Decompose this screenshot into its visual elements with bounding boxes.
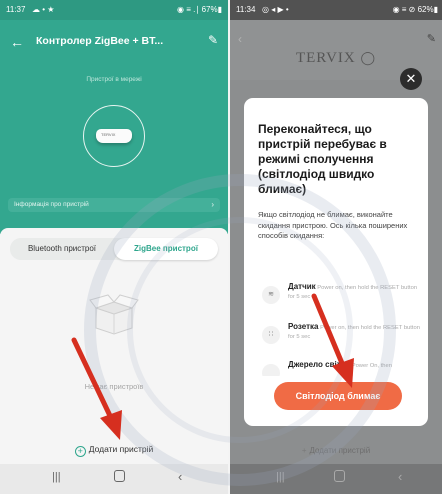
status-bar: 11:34 ◎ ◂ ▶ • ◉ ≡ ⊘ 62%▮ (230, 0, 442, 20)
status-notification-icons: ◎ ◂ ▶ • (262, 5, 289, 14)
zigbee-controller-screen: 11:37 ☁ • ★ ◉ ≡ .∣ 67%▮ ← Контролер ZigB… (0, 0, 228, 494)
pairing-instructions-screen: 11:34 ◎ ◂ ▶ • ◉ ≡ ⊘ 62%▮ ‹ ✎ TERVIX ◯ ✕ … (230, 0, 442, 494)
add-device-bar: + Додати пристрій (0, 436, 228, 464)
brand-name: TERVIX (295, 50, 356, 66)
modal-title: Переконайтеся, що пристрій перебуває в р… (258, 122, 387, 196)
android-nav-bar: ||| ‹ (0, 464, 228, 494)
back-icon[interactable]: ‹ (178, 469, 182, 484)
back-icon[interactable]: ‹ (398, 469, 402, 484)
menu-icon[interactable]: ||| (52, 471, 61, 483)
device-brand-label: TERVIX (101, 132, 116, 137)
status-time: 11:34 (236, 5, 256, 14)
add-device-button[interactable]: + Додати пристрій (230, 446, 442, 455)
light-icon (262, 364, 280, 376)
back-arrow-icon[interactable]: ‹ (238, 32, 242, 46)
reset-item-hint: Power On, then (351, 363, 392, 369)
brand-logo-icon: ◯ (360, 50, 377, 65)
pairing-modal: Переконайтеся, що пристрій перебуває в р… (244, 98, 428, 426)
network-devices-label: Пристрої в мережі (86, 76, 142, 83)
add-device-button[interactable]: + Додати пристрій (0, 444, 228, 457)
reset-item-light: Джерело світла Power On, then (258, 358, 418, 376)
devices-card: Bluetooth пристрої ZigBee пристрої Немає… (0, 228, 228, 438)
sensor-icon: ≋ (262, 286, 280, 304)
status-system-icons: ◉ ≡ .∣ 67%▮ (177, 5, 222, 14)
device-header: ← Контролер ZigBee + BT... ✎ Пристрої в … (0, 20, 228, 234)
plus-icon: + (74, 446, 86, 457)
status-bar: 11:37 ☁ • ★ ◉ ≡ .∣ 67%▮ (0, 0, 228, 20)
reset-item-name: Датчик (288, 282, 316, 291)
plus-icon: + (301, 446, 307, 455)
tab-bluetooth[interactable]: Bluetooth пристрої (10, 238, 114, 260)
status-system-icons: ◉ ≡ ⊘ 62%▮ (392, 5, 438, 14)
android-nav-bar: ||| ‹ (230, 464, 442, 494)
reset-item-name: Джерело світла (288, 360, 351, 369)
socket-icon: ∷ (262, 326, 280, 344)
empty-state-text: Немає пристроїв (84, 382, 144, 391)
page-title: Контролер ZigBee + BT... (36, 35, 164, 47)
chevron-right-icon: › (211, 200, 214, 209)
edit-icon[interactable]: ✎ (427, 32, 436, 45)
reset-item-name: Розетка (288, 322, 319, 331)
brand-logo: TERVIX ◯ (230, 50, 442, 67)
reset-item-socket: ∷ Розетка Power on, then hold the RESET … (258, 320, 420, 350)
gateway-device-image: TERVIX (96, 129, 132, 143)
home-icon[interactable] (114, 470, 125, 482)
reset-item-text: Джерело світла Power On, then (288, 360, 418, 371)
close-icon[interactable]: ✕ (400, 68, 422, 90)
modal-description: Якщо світлодіод не блимає, виконайте ски… (258, 210, 408, 240)
device-info-row[interactable]: Інформація про пристрій › (8, 198, 220, 212)
back-arrow-icon[interactable]: ← (10, 34, 24, 50)
led-blinking-button[interactable]: Світлодіод блимає (274, 382, 402, 410)
tab-zigbee[interactable]: ZigBee пристрої (114, 238, 218, 260)
device-info-label: Інформація про пристрій (14, 201, 89, 208)
empty-box-icon (89, 294, 139, 335)
home-icon[interactable] (334, 470, 345, 482)
status-notification-icons: ☁ • ★ (32, 5, 55, 14)
add-device-label: Додати пристрій (309, 446, 371, 455)
reset-item-text: Розетка Power on, then hold the RESET bu… (288, 322, 420, 342)
status-time: 11:37 (6, 5, 26, 14)
menu-icon[interactable]: ||| (276, 471, 285, 483)
reset-item-text: Датчик Power on, then hold the RESET but… (288, 282, 420, 302)
reset-item-sensor: ≋ Датчик Power on, then hold the RESET b… (258, 280, 418, 310)
edit-icon[interactable]: ✎ (208, 33, 218, 47)
add-device-label: Додати пристрій (88, 444, 154, 454)
device-type-tabs: Bluetooth пристрої ZigBee пристрої (10, 238, 218, 260)
